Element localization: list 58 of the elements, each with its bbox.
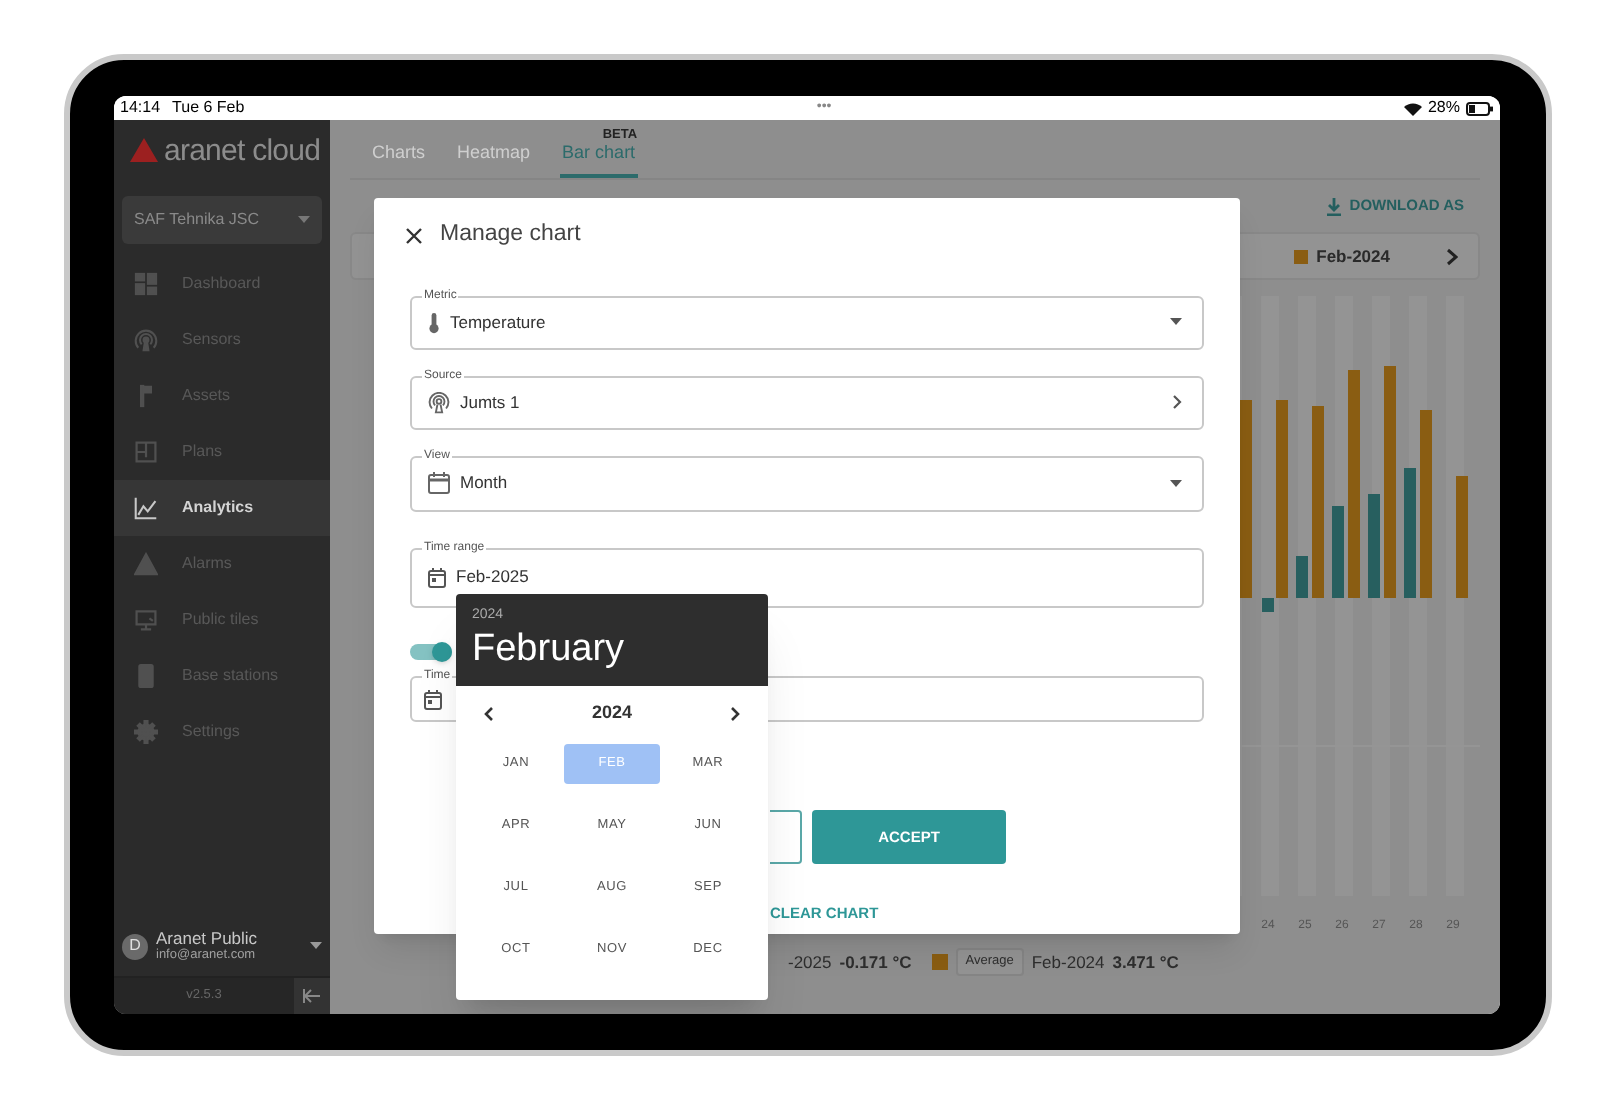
caret-icon[interactable] [310,942,322,950]
calendar-icon [424,689,442,710]
logo-text: aranet cloud [164,135,321,165]
user-avatar[interactable]: D [122,933,148,959]
series-label: Feb-2024 [1031,949,1105,975]
bar [1332,506,1344,598]
legend-label: Feb-2024 [1316,243,1390,269]
sidebar-item[interactable]: Analytics [114,480,330,536]
close-icon[interactable] [406,227,422,244]
download-icon [1325,197,1342,215]
battery-percent: 28% [1427,96,1460,120]
status-time: 14:14 [120,96,161,120]
analytics-icon [134,496,158,520]
series-value: 3.471 °C [1112,949,1179,975]
field-value: Temperature [450,309,548,336]
chevron-right-icon[interactable] [730,706,740,722]
dashboard-icon [134,272,158,296]
alarm-icon [134,552,158,576]
caret-icon [1170,479,1182,488]
series-label: -2025 [788,949,832,975]
collapse-sidebar-button[interactable] [294,978,330,1014]
outline-button[interactable] [770,809,802,864]
bar [1404,468,1416,598]
chevron-right-icon[interactable] [1446,247,1458,265]
wifi-icon [1403,101,1422,115]
sensor-icon [428,391,450,414]
monitor-icon [134,608,158,632]
caret-icon [1170,318,1182,327]
toggle-switch[interactable] [410,642,452,662]
bar [1368,494,1380,598]
series-value: -0.171 °C [839,949,912,975]
asset-icon [134,384,158,408]
bar [1456,476,1468,598]
field-value: Feb-2025 [456,564,531,591]
chevron-left-icon[interactable] [484,706,494,722]
thermometer-icon [428,311,440,334]
field-value: Month [460,470,510,497]
legend-swatch [931,954,948,970]
sensor-icon [134,328,158,352]
organization-dropdown[interactable]: SAF Tehnika JSC [122,196,322,244]
calendar-icon [428,472,450,495]
collapse-icon [302,988,322,1004]
station-icon [134,664,158,688]
bar [1296,556,1308,598]
settings-icon [134,720,158,744]
battery-icon [1465,101,1494,115]
calendar-icon [428,567,446,588]
plan-icon [134,440,158,464]
picker-month: February [472,626,627,674]
user-name: Aranet Public [156,927,260,948]
caret-icon [298,216,310,224]
logo-triangle-icon [130,138,158,162]
field-value: Jumts 1 [460,389,522,416]
picker-year-label: 2024 [591,700,633,727]
dialog-title: Manage chart [440,220,581,251]
chevron-right-icon [1172,394,1182,411]
status-date: Tue 6 Feb [172,96,245,120]
legend-swatch [1294,249,1309,263]
